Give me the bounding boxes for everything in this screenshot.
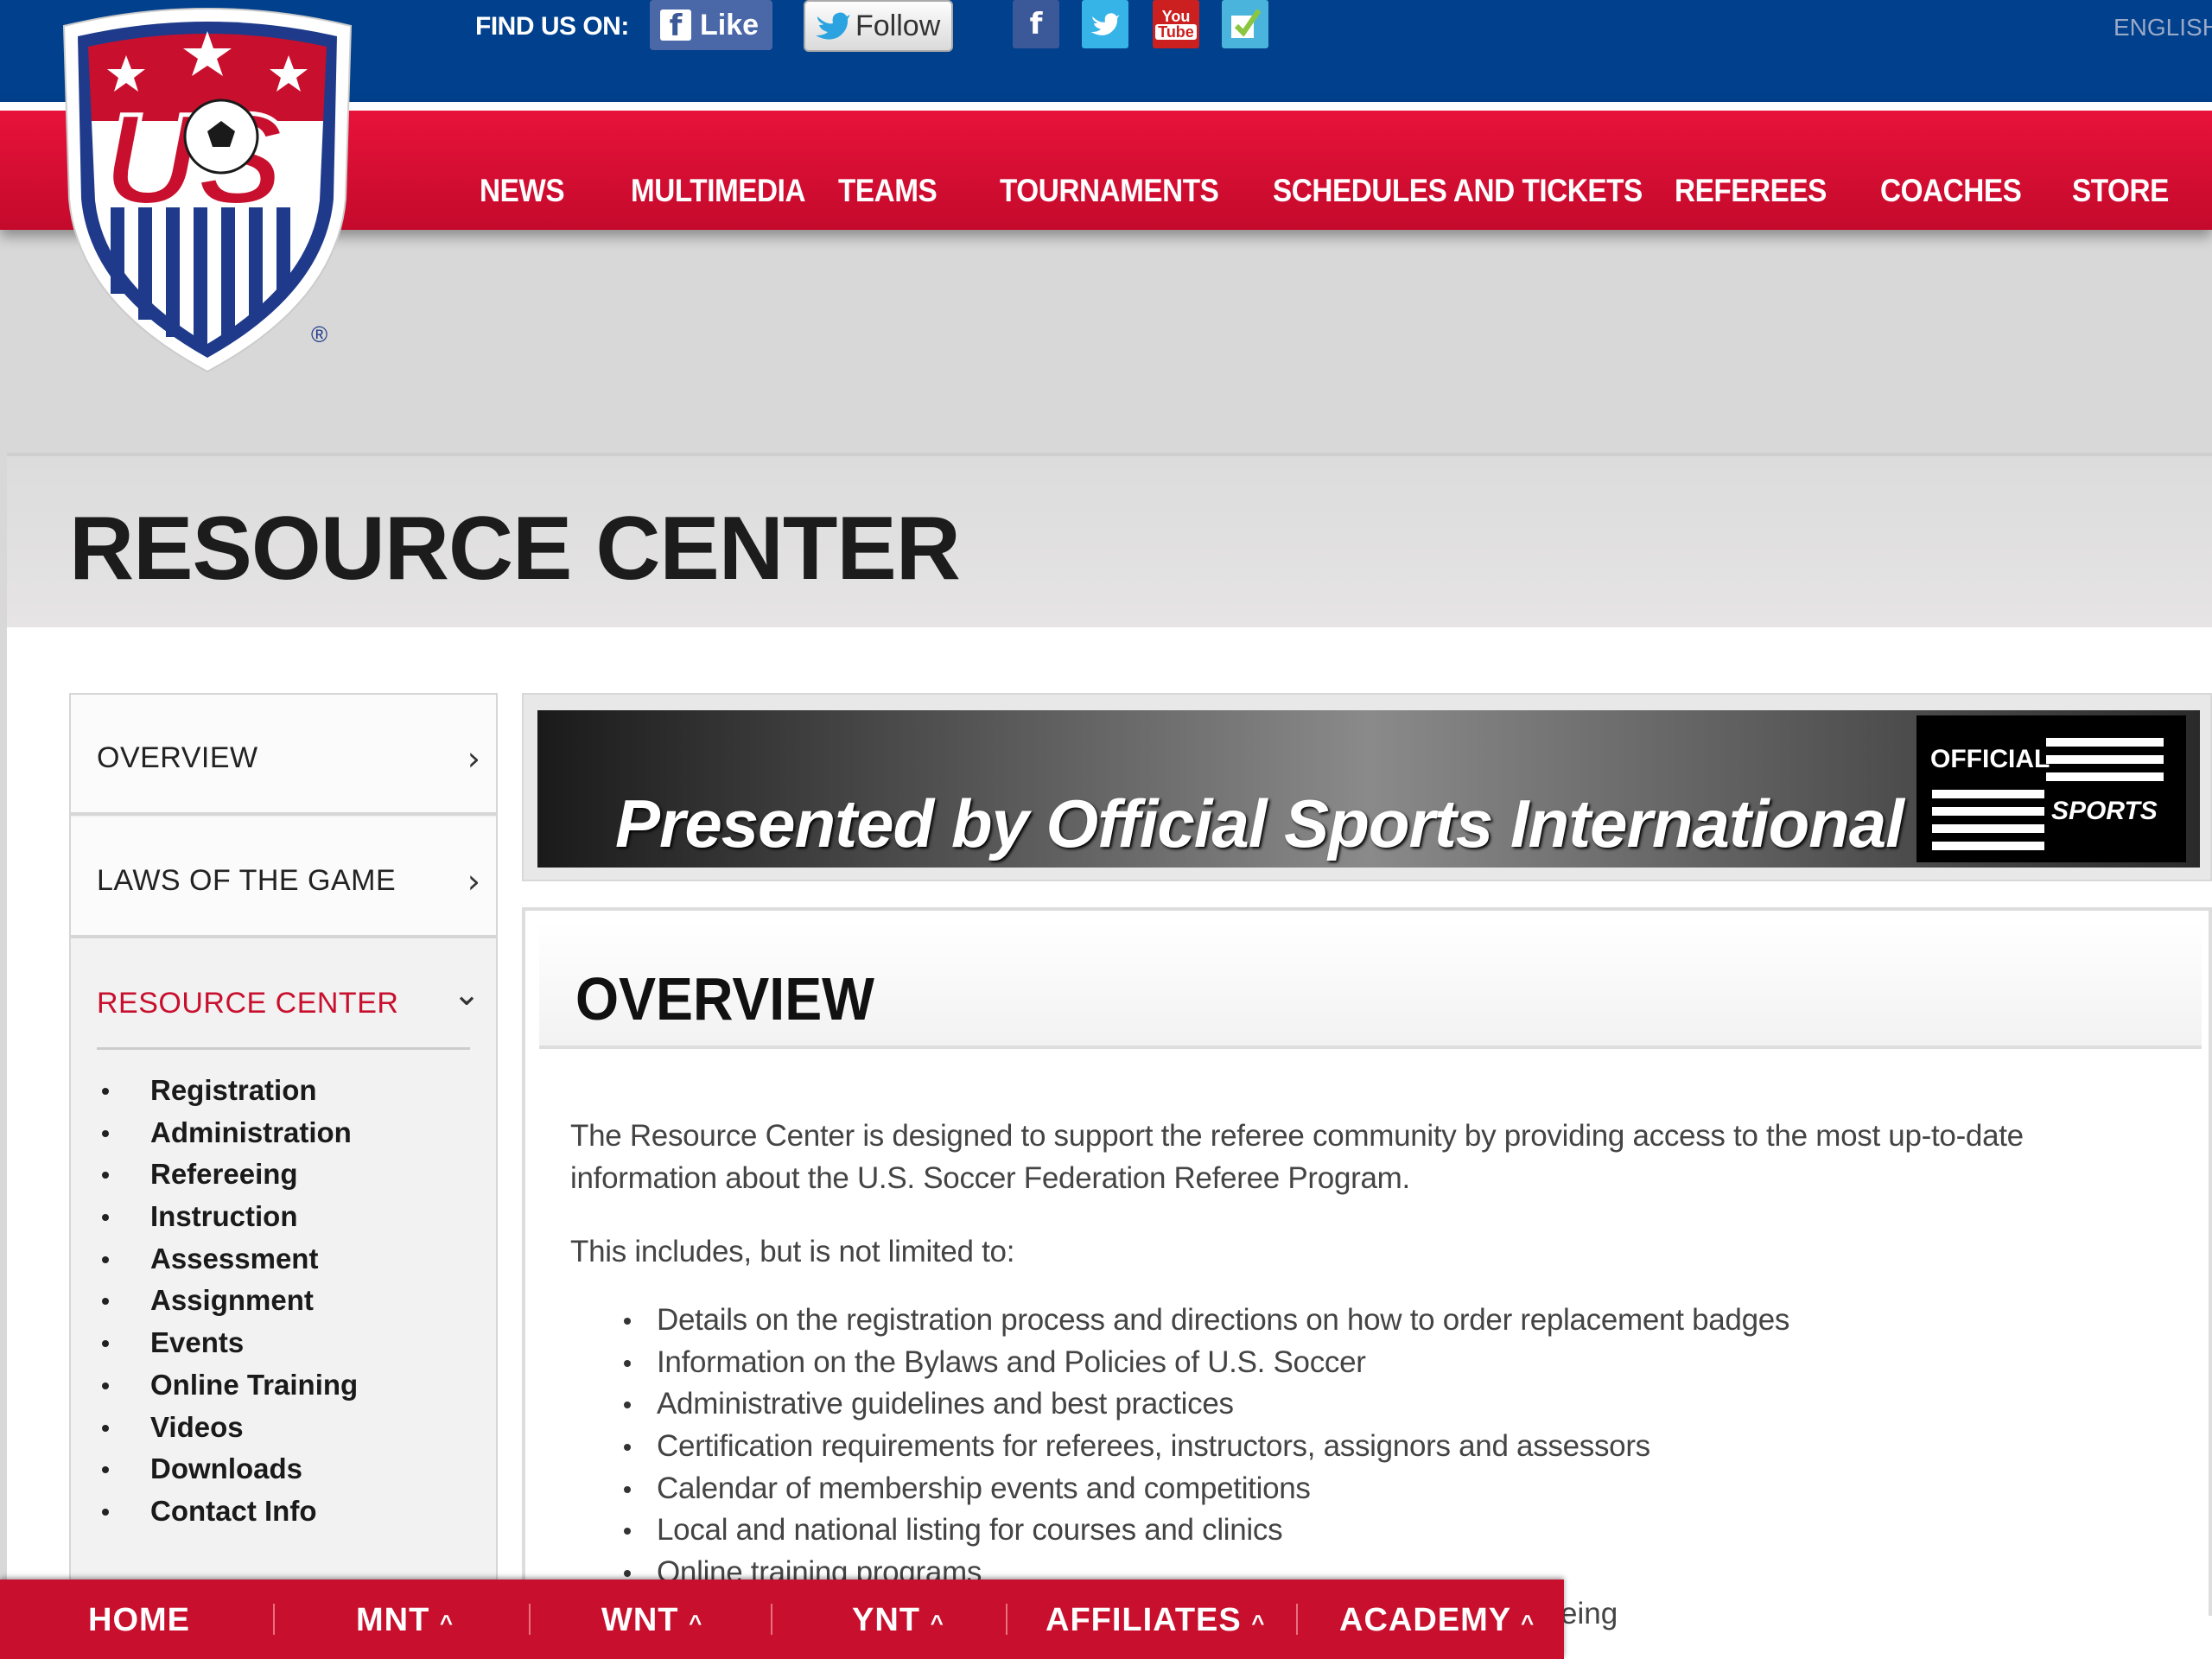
sidebar: OVERVIEW › LAWS OF THE GAME › RESOURCE C…: [69, 693, 498, 1592]
nav-news[interactable]: NEWS: [480, 173, 565, 209]
sidebar-item-label: RESOURCE CENTER: [97, 987, 399, 1020]
chevron-up-icon: ^: [1251, 1610, 1266, 1636]
facebook-icon[interactable]: f: [1013, 0, 1059, 48]
twitter-bird-icon: [816, 12, 850, 40]
nav-coaches[interactable]: COACHES: [1880, 173, 2022, 209]
chevron-up-icon: ^: [689, 1610, 703, 1636]
youtube-icon[interactable]: You Tube: [1153, 0, 1199, 48]
bottom-nav-academy[interactable]: ACADEMY ^: [1339, 1602, 1535, 1639]
overview-header: OVERVIEW: [539, 921, 2202, 1049]
list-item: Information on the Bylaws and Policies o…: [620, 1342, 1789, 1384]
submenu-downloads[interactable]: Downloads: [97, 1448, 358, 1491]
bottom-nav-affiliates[interactable]: AFFILIATES ^: [1046, 1602, 1265, 1639]
page-title: RESOURCE CENTER: [69, 499, 961, 599]
divider: [529, 1604, 531, 1635]
page-title-banner: RESOURCE CENTER: [7, 453, 2212, 627]
chevron-up-icon: ^: [439, 1610, 454, 1636]
bottom-nav-ynt[interactable]: YNT ^: [852, 1602, 944, 1639]
list-item: Local and national listing for courses a…: [620, 1510, 1789, 1552]
submenu-videos[interactable]: Videos: [97, 1407, 358, 1449]
official-sports-logo: OFFICIAL SPORTS: [1916, 715, 2186, 862]
list-item: Certification requirements for referees,…: [620, 1426, 1789, 1468]
bottom-nav-home[interactable]: HOME: [88, 1602, 190, 1639]
svg-text:SPORTS: SPORTS: [2051, 797, 2158, 825]
list-item: Details on the registration process and …: [620, 1300, 1789, 1342]
resource-center-submenu: Registration Administration Refereeing I…: [97, 1070, 358, 1533]
overview-panel: OVERVIEW The Resource Center is designed…: [522, 907, 2212, 1616]
divider: [771, 1604, 772, 1635]
divider: [1296, 1604, 1298, 1635]
find-us-label: FIND US ON:: [475, 12, 629, 41]
submenu-instruction[interactable]: Instruction: [97, 1196, 358, 1238]
submenu-registration[interactable]: Registration: [97, 1070, 358, 1112]
sidebar-item-overview[interactable]: OVERVIEW ›: [71, 695, 496, 816]
divider: [273, 1604, 275, 1635]
divider: [1006, 1604, 1007, 1635]
overview-list: Details on the registration process and …: [620, 1300, 1789, 1594]
nav-schedules-and-tickets[interactable]: SCHEDULES AND TICKETS: [1273, 173, 1643, 209]
submenu-administration[interactable]: Administration: [97, 1112, 358, 1154]
sidebar-item-resource-center[interactable]: RESOURCE CENTER ⌄: [71, 940, 496, 1044]
follow-label: Follow: [855, 9, 941, 42]
chevron-up-icon: ^: [1521, 1610, 1535, 1636]
submenu-online-training[interactable]: Online Training: [97, 1364, 358, 1407]
nav-referees[interactable]: REFEREES: [1675, 173, 1827, 209]
overview-intro: The Resource Center is designed to suppo…: [570, 1119, 2024, 1195]
list-item: Administrative guidelines and best pract…: [620, 1383, 1789, 1426]
sponsor-banner[interactable]: Presented by Official Sports Internation…: [522, 693, 2212, 881]
twitter-icon[interactable]: [1082, 0, 1128, 48]
nav-multimedia[interactable]: MULTIMEDIA: [631, 173, 805, 209]
sidebar-item-laws-of-the-game[interactable]: LAWS OF THE GAME ›: [71, 817, 496, 938]
chevron-up-icon: ^: [930, 1610, 944, 1636]
svg-text:®: ®: [311, 321, 327, 347]
submenu-assessment[interactable]: Assessment: [97, 1238, 358, 1281]
overview-title: OVERVIEW: [575, 965, 874, 1033]
nav-tournaments[interactable]: TOURNAMENTS: [1000, 173, 1219, 209]
nav-store[interactable]: STORE: [2072, 173, 2169, 209]
bottom-navigation: HOME MNT ^ WNT ^ YNT ^ AFFILIATES ^ ACAD…: [0, 1580, 1564, 1659]
chevron-down-icon: ⌄: [453, 975, 480, 1013]
chevron-right-icon: ›: [467, 862, 480, 900]
submenu-contact-info[interactable]: Contact Info: [97, 1491, 358, 1533]
nav-teams[interactable]: TEAMS: [838, 173, 938, 209]
chevron-right-icon: ›: [467, 740, 480, 778]
facebook-like-button[interactable]: f Like: [650, 0, 772, 50]
svg-text:OFFICIAL: OFFICIAL: [1930, 745, 2050, 773]
bottom-nav-wnt[interactable]: WNT ^: [601, 1602, 702, 1639]
facebook-icon: f: [660, 10, 691, 41]
like-label: Like: [700, 8, 760, 41]
us-soccer-crest-logo[interactable]: US ®: [52, 0, 363, 380]
twitter-follow-button[interactable]: Follow: [804, 0, 953, 52]
sidebar-item-label: OVERVIEW: [97, 741, 258, 774]
obscured-list-text: eing: [1560, 1597, 1618, 1630]
bottom-nav-mnt[interactable]: MNT ^: [356, 1602, 454, 1639]
foursquare-checkin-icon[interactable]: [1222, 0, 1268, 48]
divider: [97, 1047, 470, 1050]
sponsor-text: Presented by Official Sports Internation…: [615, 785, 1904, 861]
overview-includes: This includes, but is not limited to:: [570, 1235, 1015, 1268]
sidebar-item-label: LAWS OF THE GAME: [97, 864, 397, 897]
list-item: Calendar of membership events and compet…: [620, 1468, 1789, 1510]
submenu-events[interactable]: Events: [97, 1322, 358, 1364]
submenu-refereeing[interactable]: Refereeing: [97, 1154, 358, 1196]
submenu-assignment[interactable]: Assignment: [97, 1280, 358, 1322]
language-selector[interactable]: ENGLISH: [2113, 14, 2212, 41]
